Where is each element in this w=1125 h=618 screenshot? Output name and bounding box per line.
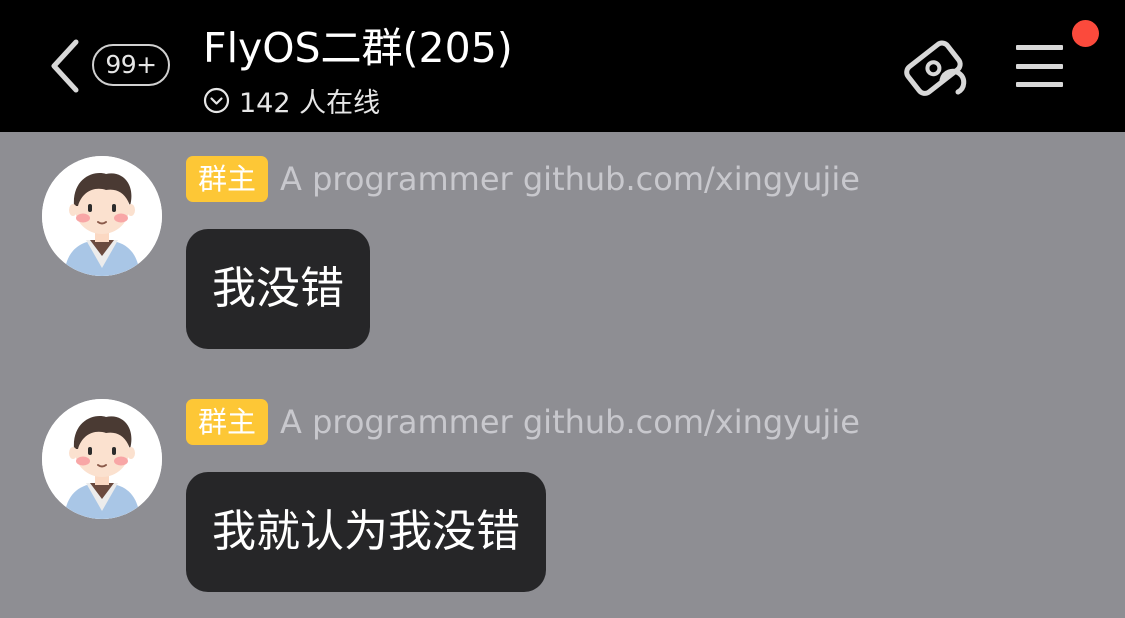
sender-avatar[interactable] [42,156,162,276]
hamburger-menu-icon [1016,45,1063,87]
sender-avatar[interactable] [42,399,162,519]
role-badge-owner: 群主 [186,156,269,202]
chat-title[interactable]: FlyOS二群(205) [203,18,513,78]
sender-name[interactable]: A programmer github.com/xingyujie [280,160,860,198]
online-status[interactable]: 142 人在线 [203,82,381,119]
sender-meta: 群主 A programmer github.com/xingyujie [186,155,860,203]
ticket-button[interactable] [898,34,972,100]
cartoon-boy-avatar [42,156,162,276]
role-badge-owner: 群主 [186,399,269,445]
back-button[interactable] [42,34,90,98]
message-bubble[interactable]: 我就认为我没错 [186,472,546,592]
menu-button[interactable] [1010,40,1070,92]
chat-header: 99+ FlyOS二群(205) 142 人在线 [0,0,1125,132]
chevron-down-circle-icon [203,87,230,113]
online-count-text: 142 人在线 [239,87,381,119]
cartoon-boy-avatar [42,399,162,519]
sender-name[interactable]: A programmer github.com/xingyujie [280,403,860,441]
unread-count-badge[interactable]: 99+ [92,44,170,86]
notification-dot [1072,20,1099,47]
sender-meta: 群主 A programmer github.com/xingyujie [186,398,860,446]
chevron-left-icon [51,39,79,93]
message-bubble[interactable]: 我没错 [186,229,370,349]
ticket-link-icon [904,40,967,96]
